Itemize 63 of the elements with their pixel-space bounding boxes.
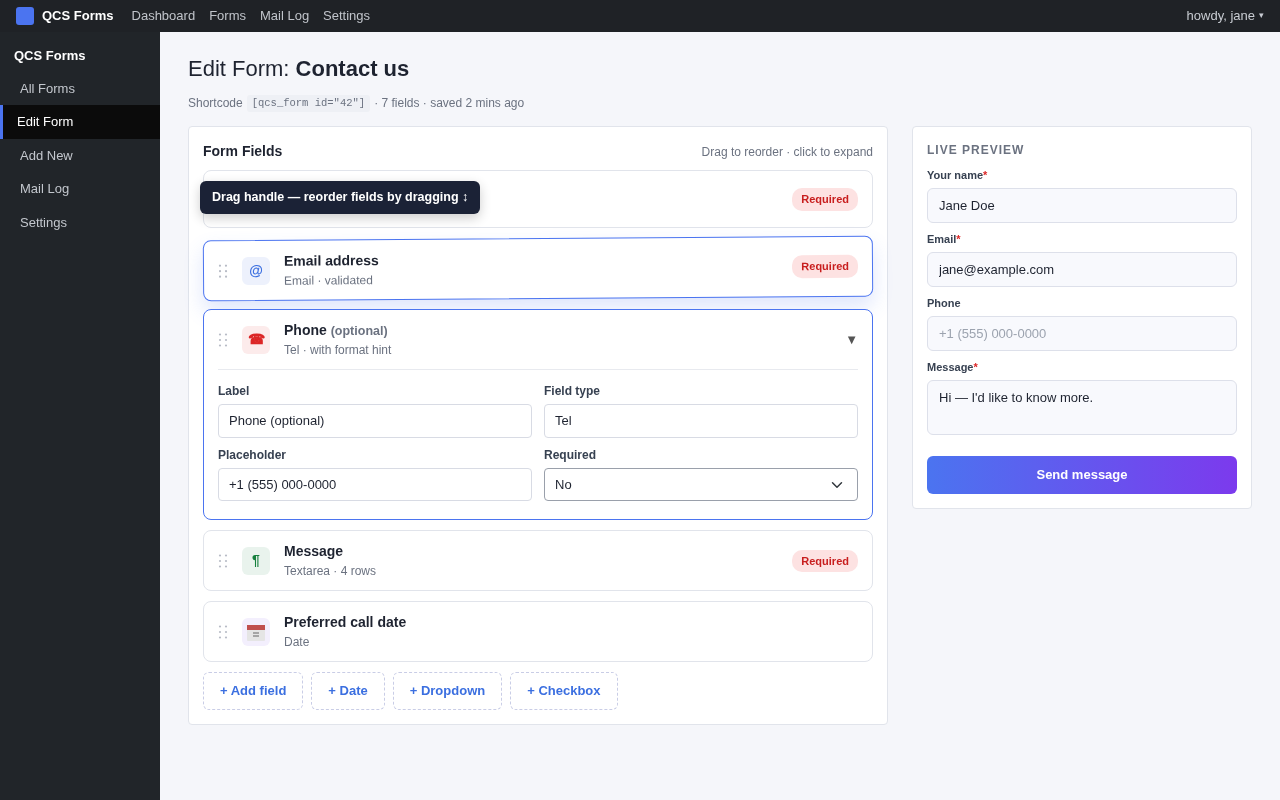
sidebar-item[interactable]: All Forms (0, 71, 160, 105)
shortcode-label: Shortcode (188, 95, 243, 113)
field-label: Phone (927, 296, 962, 312)
sidebar-title: QCS Forms (13, 47, 87, 65)
field-title: Message (284, 542, 345, 562)
field-subtitle: Date (284, 634, 311, 652)
select-field[interactable]: No (544, 467, 858, 502)
nav-link[interactable]: Settings (323, 6, 371, 26)
send-button[interactable]: Send message (927, 456, 1237, 494)
sidebar-item[interactable]: Edit Form (0, 105, 160, 139)
field-title: Preferred call date (284, 613, 407, 633)
input-field[interactable]: +1 (555) 000-0000 (927, 315, 1237, 352)
brand-name[interactable]: QCS Forms (42, 6, 114, 26)
user-menu[interactable]: howdy, jane (1186, 6, 1255, 26)
nav-link[interactable]: Forms (209, 6, 246, 26)
sidebar-item[interactable]: Mail Log (0, 172, 160, 206)
field-subtitle: Textarea · 4 rows (284, 563, 377, 581)
form-meta: · 7 fields · saved 2 mins ago (374, 95, 525, 113)
required-tag: Required (792, 255, 859, 279)
input-field[interactable]: Tel (544, 404, 858, 438)
drag-handle-icon[interactable] (218, 553, 228, 568)
drag-handle-icon[interactable] (218, 624, 228, 639)
required-tag: Required (792, 188, 858, 211)
input-field[interactable]: Phone (optional) (218, 404, 532, 438)
caret-icon[interactable]: ▾ (1259, 9, 1264, 23)
field-subtitle: Email · validated (284, 272, 374, 291)
shortcode: [qcs_form id="42"] (246, 94, 371, 113)
sidebar-item[interactable]: Add New (0, 138, 160, 172)
nav-link[interactable]: Mail Log (259, 6, 310, 26)
input-field[interactable]: +1 (555) 000-0000 (218, 467, 532, 502)
preview-title: LIVE PREVIEW (927, 142, 1026, 160)
input-field[interactable]: Jane Doe (927, 187, 1237, 224)
field-label: Message* (927, 360, 979, 376)
required-tag: Required (792, 549, 858, 573)
textarea-field[interactable]: Hi — I'd like to know more. (927, 379, 1237, 435)
field-label: Label (218, 383, 251, 401)
field-type-icon: ¶ (242, 546, 270, 575)
drag-handle-icon[interactable] (218, 332, 228, 347)
collapse-toggle[interactable]: ▼ (845, 330, 858, 350)
add-field-button[interactable]: + Add field (203, 672, 304, 710)
field-subtitle: Tel · with format hint (284, 342, 392, 360)
sidebar-item[interactable]: Settings (0, 205, 160, 239)
logo-icon (16, 7, 34, 25)
field-type-icon: @ (241, 256, 271, 285)
add-field-button[interactable]: + Dropdown (392, 672, 503, 710)
drag-handle-icon[interactable] (217, 264, 229, 279)
calendar-icon (242, 617, 270, 646)
page-title: Edit Form: Contact us (188, 56, 411, 83)
card-title: Form Fields (203, 142, 283, 162)
input-field[interactable]: jane@example.com (927, 251, 1237, 288)
add-field-button[interactable]: + Date (311, 672, 385, 710)
field-title: Email address (283, 251, 379, 272)
field-type-icon: ☎ (242, 325, 270, 354)
field-label: Your name* (927, 168, 989, 184)
field-label: Field type (544, 383, 601, 401)
tooltip: Drag handle — reorder fields by dragging ↕ (200, 181, 481, 215)
field-label: Placeholder (218, 446, 288, 464)
card-hint: Drag to reorder · click to expand (701, 143, 873, 161)
field-label: Required (544, 446, 597, 464)
field-label: Email* (927, 232, 962, 248)
add-field-button[interactable]: + Checkbox (510, 672, 618, 710)
nav-link[interactable]: Dashboard (131, 6, 196, 26)
field-title: Phone (optional) (284, 321, 389, 341)
